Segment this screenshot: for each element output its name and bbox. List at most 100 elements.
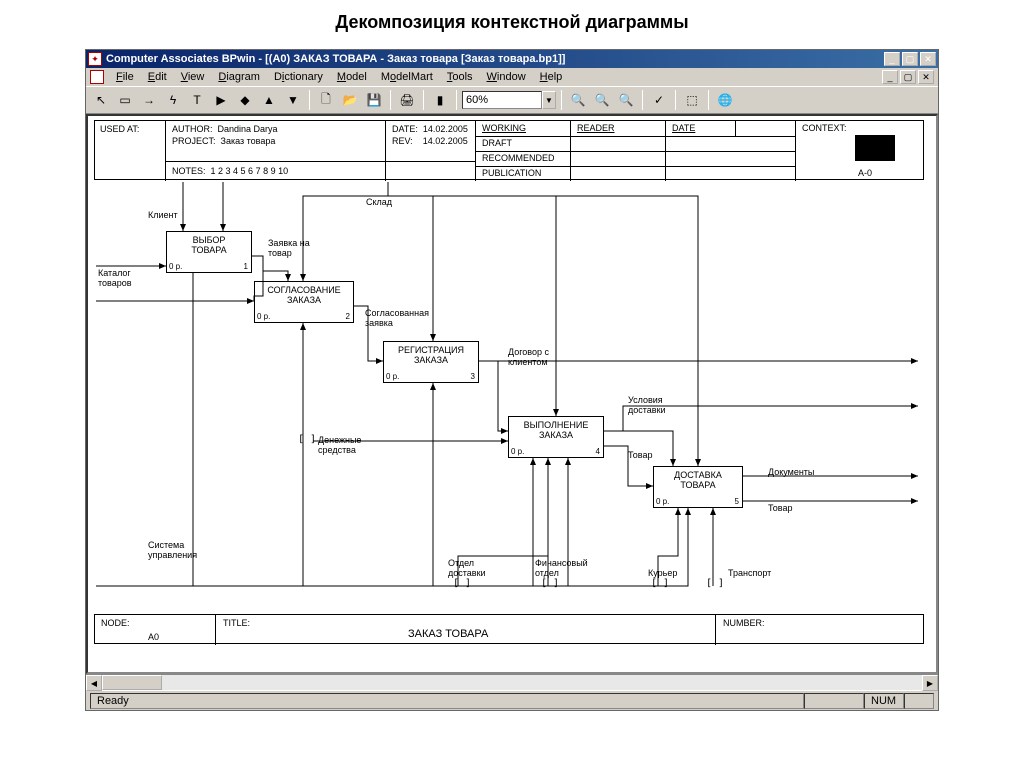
scroll-left-icon[interactable]: ◀	[86, 675, 102, 691]
diagram-arrows	[88, 116, 936, 672]
menu-modelmart[interactable]: ModelMart	[375, 70, 439, 84]
zoom-in-icon[interactable]: 🔍	[591, 89, 613, 111]
diagram-canvas[interactable]: USED AT: AUTHOR: Dandina Darya PROJECT: …	[86, 114, 938, 674]
tunnel-icon: [ ]	[453, 578, 471, 589]
menu-tools[interactable]: Tools	[441, 70, 479, 84]
menu-model[interactable]: Model	[331, 70, 373, 84]
recommended-label: RECOMMENDED	[479, 152, 558, 164]
zoom-out-icon[interactable]: 🔍	[615, 89, 637, 111]
zoom-fit-icon[interactable]: 🔍	[567, 89, 589, 111]
menu-view[interactable]: View	[175, 70, 211, 84]
spellcheck-icon[interactable]: ✓	[648, 89, 670, 111]
zoom-dropdown-icon[interactable]: ▼	[542, 91, 556, 109]
toolbar: ↖ ▭ → ϟ T ▶ ◆ ▲ ▼ 🗋 📂 💾 🖨 ▮ ▼ 🔍 🔍 🔍 ✓ ⬚ …	[86, 86, 938, 114]
date-label: DATE:	[392, 124, 418, 134]
mdi-maximize-button[interactable]: ▢	[900, 70, 916, 84]
rev-label: REV:	[392, 136, 413, 146]
zoom-combo[interactable]: ▼	[462, 91, 556, 109]
node-value: A0	[145, 631, 162, 643]
notes-value: 1 2 3 4 5 6 7 8 9 10	[211, 166, 289, 176]
idef0-footer: NODE: A0 TITLE: ЗАКАЗ ТОВАРА NUMBER:	[94, 614, 924, 644]
date-value: 14.02.2005	[423, 124, 468, 134]
menu-dictionary[interactable]: Dictionary	[268, 70, 329, 84]
print-icon[interactable]: 🖨	[396, 89, 418, 111]
menu-edit[interactable]: Edit	[142, 70, 173, 84]
mdi-close-button[interactable]: ✕	[918, 70, 934, 84]
draft-label: DRAFT	[479, 137, 515, 149]
menu-diagram[interactable]: Diagram	[212, 70, 266, 84]
save-icon[interactable]: 💾	[363, 89, 385, 111]
working-label: WORKING	[479, 122, 529, 134]
used-at-label: USED AT:	[97, 123, 142, 135]
project-label: PROJECT:	[172, 136, 216, 146]
rev-value: 14.02.2005	[423, 136, 468, 146]
label-tovar: Товар	[628, 451, 653, 461]
menu-window[interactable]: Window	[481, 70, 532, 84]
label-finotdel: Финансовыйотдел	[535, 559, 588, 579]
menu-file[interactable]: File	[110, 70, 140, 84]
scroll-right-icon[interactable]: ▶	[922, 675, 938, 691]
menu-help[interactable]: Help	[534, 70, 569, 84]
publication-label: PUBLICATION	[479, 167, 544, 179]
application-window: ✦ Computer Associates BPwin - [(A0) ЗАКА…	[85, 49, 939, 711]
arrow-tool-icon[interactable]: →	[138, 89, 160, 111]
number-label: NUMBER:	[720, 617, 768, 629]
activity-5[interactable]: ДОСТАВКАТОВАРА 0 р.5	[653, 466, 743, 508]
hdate-label: DATE	[669, 122, 698, 134]
statusbar: Ready NUM	[86, 690, 938, 710]
new-icon[interactable]: 🗋	[315, 89, 337, 111]
tunnel-icon: [ ]	[706, 578, 724, 589]
label-soglas: Согласованнаязаявка	[365, 309, 429, 329]
author-value: Dandina Darya	[218, 124, 278, 134]
drill-down-icon[interactable]: ▶	[210, 89, 232, 111]
context-label: CONTEXT:	[799, 122, 850, 134]
pointer-tool-icon[interactable]: ↖	[90, 89, 112, 111]
label-sklad: Склад	[366, 198, 392, 208]
horizontal-scrollbar[interactable]: ◀ ▶	[86, 674, 938, 690]
squiggle-tool-icon[interactable]: ϟ	[162, 89, 184, 111]
doc-icon	[90, 70, 104, 84]
titlebar: ✦ Computer Associates BPwin - [(A0) ЗАКА…	[86, 50, 938, 68]
page-heading: Декомпозиция контекстной диаграммы	[0, 0, 1024, 49]
label-sistema: Системауправления	[148, 541, 197, 561]
window-title: Computer Associates BPwin - [(A0) ЗАКАЗ …	[106, 53, 884, 65]
maximize-button[interactable]: ▢	[902, 52, 918, 66]
notes-label: NOTES:	[172, 166, 206, 176]
label-katalog: Каталогтоваров	[98, 269, 132, 289]
label-klient: Клиент	[148, 211, 178, 221]
go-up-icon[interactable]: ◆	[234, 89, 256, 111]
context-code: A-0	[855, 167, 875, 179]
child-icon[interactable]: ▼	[282, 89, 304, 111]
text-tool-icon[interactable]: T	[186, 89, 208, 111]
open-icon[interactable]: 📂	[339, 89, 361, 111]
node-label: NODE:	[98, 617, 133, 629]
label-dogovor: Договор склиентом	[508, 348, 549, 368]
label-denezh: Денежныесредства	[318, 436, 361, 456]
parent-icon[interactable]: ▲	[258, 89, 280, 111]
label-usloviya: Условиядоставки	[628, 396, 666, 416]
label-otdel: Отделдоставки	[448, 559, 486, 579]
tunnel-icon: [ ]	[651, 578, 669, 589]
label-tovar-out: Товар	[768, 504, 793, 514]
tunnel-icon: [ ]	[541, 578, 559, 589]
model-explorer-icon[interactable]: ⬚	[681, 89, 703, 111]
activity-4[interactable]: ВЫПОЛНЕНИЕЗАКАЗА 0 р.4	[508, 416, 604, 458]
close-button[interactable]: ✕	[920, 52, 936, 66]
status-num: NUM	[864, 693, 904, 709]
activity-tool-icon[interactable]: ▭	[114, 89, 136, 111]
title-value: ЗАКАЗ ТОВАРА	[405, 627, 491, 641]
label-transport: Транспорт	[728, 569, 771, 579]
mdi-minimize-button[interactable]: _	[882, 70, 898, 84]
report-icon[interactable]: ▮	[429, 89, 451, 111]
author-label: AUTHOR:	[172, 124, 213, 134]
activity-2[interactable]: СОГЛАСОВАНИЕЗАКАЗА 0 р.2	[254, 281, 354, 323]
scrollbar-thumb[interactable]	[102, 675, 162, 690]
activity-3[interactable]: РЕГИСТРАЦИЯЗАКАЗА 0 р.3	[383, 341, 479, 383]
zoom-input[interactable]	[462, 91, 542, 109]
activity-1[interactable]: ВЫБОРТОВАРА 0 р.1	[166, 231, 252, 273]
minimize-button[interactable]: _	[884, 52, 900, 66]
idef0-header: USED AT: AUTHOR: Dandina Darya PROJECT: …	[94, 120, 924, 180]
modelmart-icon[interactable]: 🌐	[714, 89, 736, 111]
menubar: File Edit View Diagram Dictionary Model …	[86, 68, 938, 86]
context-thumbnail	[855, 135, 895, 161]
